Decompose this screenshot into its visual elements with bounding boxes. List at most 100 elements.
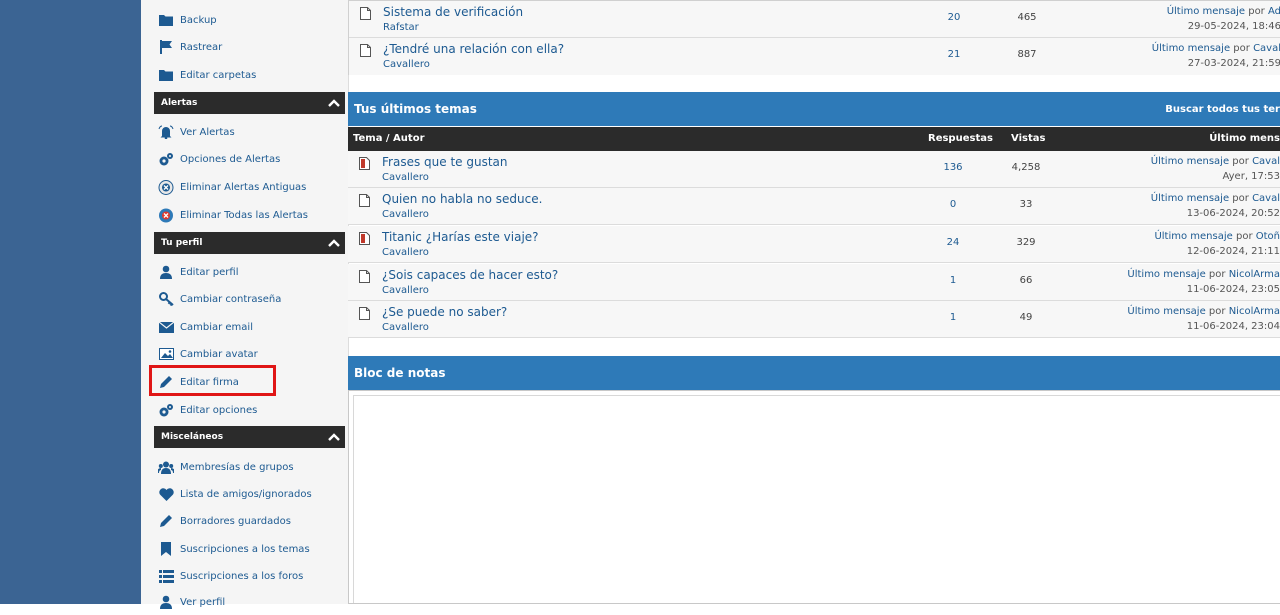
last-post-link[interactable]: Último mensaje bbox=[1154, 231, 1232, 242]
thread-row[interactable]: Quien no habla no seduce. Cavallero 0 33… bbox=[348, 188, 1280, 225]
chevron-up-icon[interactable] bbox=[323, 99, 345, 107]
thread-last-post: Último mensaje por Ad bbox=[1167, 6, 1280, 17]
sidebar-item-editar-perfil[interactable]: Editar perfil bbox=[158, 259, 238, 285]
thread-views: 4,258 bbox=[1011, 162, 1041, 173]
last-post-por: por bbox=[1235, 231, 1253, 242]
last-post-link[interactable]: Último mensaje bbox=[1151, 156, 1229, 167]
section-title: Misceláneos bbox=[161, 432, 224, 442]
thread-row[interactable]: ¿Tendré una relación con ella? Cavallero… bbox=[349, 38, 1280, 75]
latest-threads-header: Tus últimos temas Buscar todos tus ter bbox=[348, 92, 1280, 126]
last-post-user[interactable]: Otoñ bbox=[1256, 231, 1280, 242]
thread-last-date: 29-05-2024, 18:46 bbox=[1187, 21, 1280, 32]
sidebar-item-label: Opciones de Alertas bbox=[180, 153, 281, 165]
thread-last-post: Último mensaje por NicolArma bbox=[1127, 306, 1280, 317]
thread-title[interactable]: ¿Tendré una relación con ella? bbox=[383, 42, 564, 56]
previous-threads-box: Sistema de verificación Rafstar 20 465 Ú… bbox=[348, 0, 1280, 75]
sidebar-item-cambiar-contrasena[interactable]: Cambiar contraseña bbox=[158, 286, 281, 312]
sidebar-item-ver-alertas[interactable]: Ver Alertas bbox=[158, 119, 235, 145]
document-icon bbox=[360, 44, 371, 57]
last-post-link[interactable]: Último mensaje bbox=[1127, 306, 1205, 317]
sidebar-item-editar-carpetas[interactable]: Editar carpetas bbox=[158, 62, 256, 88]
thread-last-date: 11-06-2024, 23:04 bbox=[1186, 321, 1280, 332]
thread-row[interactable]: Titanic ¿Harías este viaje? Cavallero 24… bbox=[348, 226, 1280, 263]
sidebar-item-label: Lista de amigos/ignorados bbox=[180, 488, 312, 500]
list-icon bbox=[158, 568, 174, 584]
chevron-up-icon[interactable] bbox=[323, 239, 345, 247]
notes-textarea[interactable] bbox=[353, 395, 1280, 603]
sidebar-item-editar-opciones[interactable]: Editar opciones bbox=[158, 397, 257, 423]
thread-last-post: Último mensaje por Otoñ bbox=[1154, 231, 1280, 242]
highlight-box bbox=[149, 365, 276, 396]
thread-row[interactable]: Sistema de verificación Rafstar 20 465 Ú… bbox=[349, 1, 1280, 38]
sidebar-item-eliminar-antiguas[interactable]: Eliminar Alertas Antiguas bbox=[158, 174, 306, 200]
last-post-user[interactable]: NicolArma bbox=[1229, 306, 1280, 317]
last-post-user[interactable]: Caval bbox=[1252, 193, 1280, 204]
last-post-user[interactable]: Ad bbox=[1268, 6, 1280, 17]
column-views[interactable]: Vistas bbox=[1011, 133, 1045, 144]
thread-author[interactable]: Cavallero bbox=[382, 322, 429, 333]
sidebar-item-label: Eliminar Todas las Alertas bbox=[180, 209, 308, 221]
last-post-user[interactable]: NicolArma bbox=[1229, 269, 1280, 280]
pencil-icon bbox=[158, 513, 174, 529]
sidebar-item-suscripciones-temas[interactable]: Suscripciones a los temas bbox=[158, 536, 310, 562]
bookmark-icon bbox=[158, 541, 174, 557]
sidebar-item-backup[interactable]: Backup bbox=[158, 7, 217, 33]
thread-row[interactable]: ¿Sois capaces de hacer esto? Cavallero 1… bbox=[348, 264, 1280, 301]
sidebar-item-label: Editar opciones bbox=[180, 404, 258, 416]
key-icon bbox=[158, 291, 174, 307]
thread-views: 465 bbox=[1017, 12, 1037, 23]
sidebar-section-perfil[interactable]: Tu perfil bbox=[154, 232, 345, 254]
sidebar-section-alertas[interactable]: Alertas bbox=[154, 92, 345, 114]
column-replies[interactable]: Respuestas bbox=[928, 133, 993, 144]
folder-icon bbox=[158, 67, 174, 83]
thread-last-date: 12-06-2024, 21:11 bbox=[1186, 246, 1280, 257]
thread-author[interactable]: Cavallero bbox=[382, 247, 429, 258]
sidebar-item-cambiar-email[interactable]: Cambiar email bbox=[158, 314, 253, 340]
last-post-link[interactable]: Último mensaje bbox=[1127, 269, 1205, 280]
last-post-link[interactable]: Último mensaje bbox=[1152, 43, 1230, 54]
column-last[interactable]: Último mens bbox=[1209, 133, 1280, 144]
thread-author[interactable]: Cavallero bbox=[383, 59, 430, 70]
delete-all-icon bbox=[158, 207, 174, 223]
notes-header: Bloc de notas bbox=[348, 356, 1280, 390]
sidebar-item-label: Cambiar email bbox=[180, 321, 253, 333]
last-post-user[interactable]: Caval bbox=[1253, 43, 1280, 54]
section-title: Alertas bbox=[161, 98, 198, 108]
thread-author[interactable]: Rafstar bbox=[383, 22, 419, 33]
thread-title[interactable]: Frases que te gustan bbox=[382, 155, 507, 169]
column-topic[interactable]: Tema / Autor bbox=[353, 133, 425, 144]
thread-title[interactable]: Quien no habla no seduce. bbox=[382, 192, 542, 206]
thread-author[interactable]: Cavallero bbox=[382, 209, 429, 220]
thread-title[interactable]: Sistema de verificación bbox=[383, 5, 523, 19]
hot-thread-icon bbox=[359, 157, 370, 170]
thread-last-date: 27-03-2024, 21:59 bbox=[1187, 58, 1280, 69]
sidebar-item-membresias[interactable]: Membresías de grupos bbox=[158, 454, 294, 480]
thread-title[interactable]: ¿Se puede no saber? bbox=[382, 305, 507, 319]
thread-title[interactable]: Titanic ¿Harías este viaje? bbox=[382, 230, 539, 244]
sidebar-item-amigos[interactable]: Lista de amigos/ignorados bbox=[158, 481, 312, 507]
sidebar-item-eliminar-todas[interactable]: Eliminar Todas las Alertas bbox=[158, 202, 308, 228]
last-post-link[interactable]: Último mensaje bbox=[1151, 193, 1229, 204]
sidebar-item-ver-perfil[interactable]: Ver perfil bbox=[158, 589, 225, 615]
last-post-link[interactable]: Último mensaje bbox=[1167, 6, 1245, 17]
sidebar-item-opciones-alertas[interactable]: Opciones de Alertas bbox=[158, 146, 280, 172]
sidebar-item-cambiar-avatar[interactable]: Cambiar avatar bbox=[158, 341, 258, 367]
thread-last-post: Último mensaje por Caval bbox=[1151, 193, 1280, 204]
thread-row[interactable]: Frases que te gustan Cavallero 136 4,258… bbox=[348, 151, 1280, 188]
thread-title[interactable]: ¿Sois capaces de hacer esto? bbox=[382, 268, 558, 282]
sidebar-item-suscripciones-foros[interactable]: Suscripciones a los foros bbox=[158, 563, 303, 589]
thread-row[interactable]: ¿Se puede no saber? Cavallero 1 49 Últim… bbox=[348, 301, 1280, 338]
sidebar-item-borradores[interactable]: Borradores guardados bbox=[158, 508, 291, 534]
latest-threads-columns: Tema / Autor Respuestas Vistas Último me… bbox=[348, 127, 1280, 151]
thread-last-date: 11-06-2024, 23:05 bbox=[1186, 284, 1280, 295]
search-all-threads-link[interactable]: Buscar todos tus ter bbox=[1165, 104, 1280, 115]
sidebar-item-rastrear[interactable]: Rastrear bbox=[158, 34, 222, 60]
sidebar-section-misc[interactable]: Misceláneos bbox=[154, 426, 345, 448]
section-title: Tu perfil bbox=[161, 238, 203, 248]
user-icon bbox=[158, 264, 174, 280]
notes-editor[interactable] bbox=[348, 390, 1280, 604]
last-post-user[interactable]: Caval bbox=[1252, 156, 1280, 167]
thread-author[interactable]: Cavallero bbox=[382, 285, 429, 296]
chevron-up-icon[interactable] bbox=[323, 433, 345, 441]
thread-author[interactable]: Cavallero bbox=[382, 172, 429, 183]
